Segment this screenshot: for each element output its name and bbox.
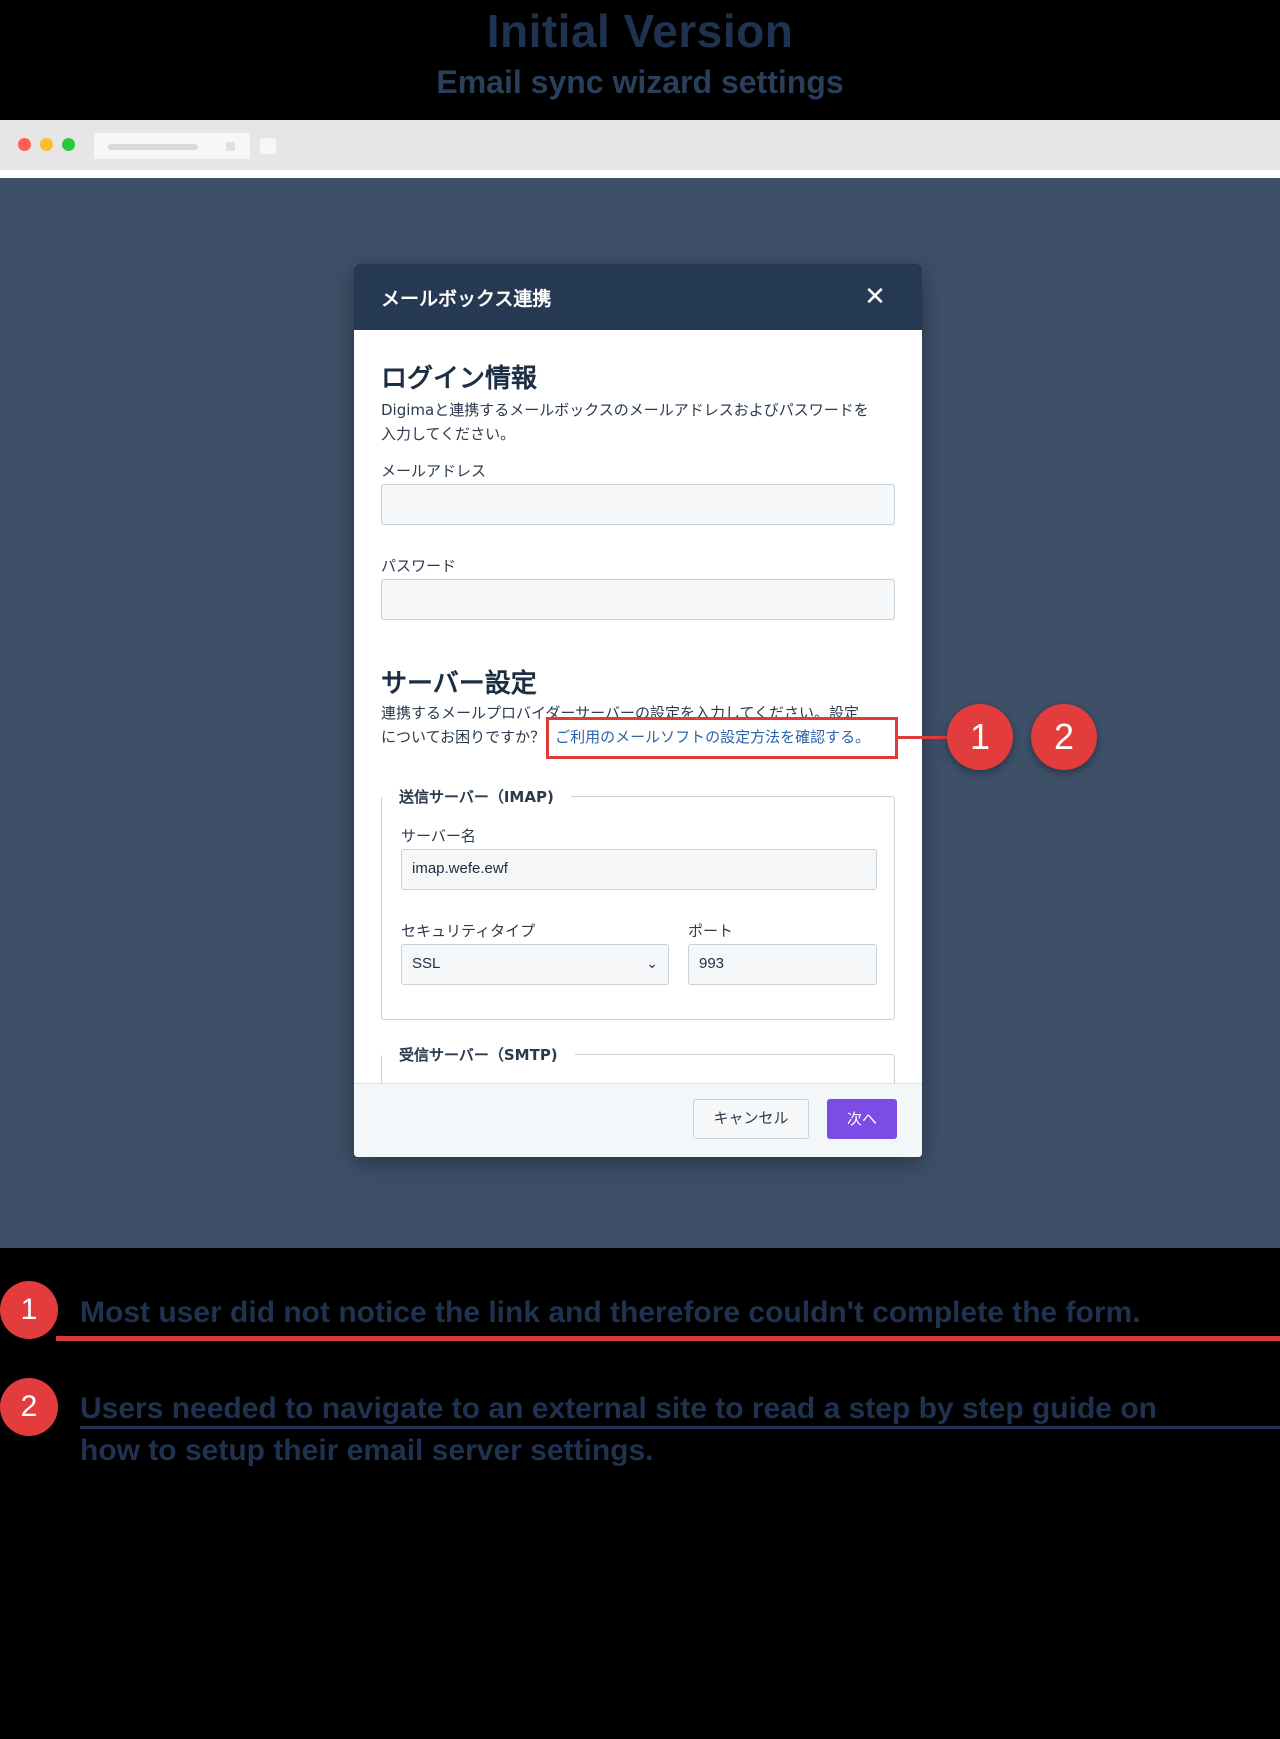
presentation-subtitle: Email sync wizard settings xyxy=(436,64,844,100)
next-button[interactable]: 次へ xyxy=(827,1099,897,1139)
window-maximize-dot[interactable] xyxy=(62,138,75,151)
smtp-legend: 受信サーバー（SMTP) xyxy=(382,1044,575,1065)
note-text-1: Most user did not notice the link and th… xyxy=(80,1296,1141,1329)
password-field[interactable] xyxy=(381,579,895,620)
security-type-label: セキュリティタイプ xyxy=(401,922,536,940)
server-section-heading: サーバー設定 xyxy=(381,669,537,699)
note-text-2-line2: how to setup their email server settings… xyxy=(80,1434,654,1467)
email-field[interactable] xyxy=(381,484,895,525)
browser-toolbar-strip xyxy=(0,170,1280,178)
browser-tab-title-placeholder xyxy=(108,144,198,150)
modal-header: メールボックス連携 ✕ xyxy=(354,264,922,330)
note-text-2-line1: Users needed to navigate to an external … xyxy=(80,1392,1157,1425)
close-icon[interactable]: ✕ xyxy=(860,282,890,312)
port-input[interactable]: 993 xyxy=(688,944,877,985)
note-underline-1 xyxy=(56,1336,1280,1341)
note-badge-2: 2 xyxy=(0,1378,58,1436)
annotation-badge-1: 1 xyxy=(947,704,1013,770)
link-highlight-box xyxy=(546,717,898,759)
new-tab-icon[interactable] xyxy=(260,138,276,154)
note-text-2: Users needed to navigate to an external … xyxy=(80,1388,1280,1472)
cancel-button[interactable]: キャンセル xyxy=(693,1099,809,1139)
window-minimize-dot[interactable] xyxy=(40,138,53,151)
presentation-title: Initial Version xyxy=(486,5,794,57)
security-type-select[interactable]: SSL ⌄ xyxy=(401,944,669,985)
highlight-connector-line xyxy=(898,736,948,739)
login-section-heading: ログイン情報 xyxy=(381,364,538,394)
window-close-dot[interactable] xyxy=(18,138,31,151)
password-label: パスワード xyxy=(381,557,457,575)
mailbox-integration-modal: メールボックス連携 ✕ ログイン情報 Digimaと連携するメールボックスのメー… xyxy=(354,264,922,1157)
login-description-line1: Digimaと連携するメールボックスのメールアドレスおよびパスワードを xyxy=(381,401,869,419)
security-type-value: SSL xyxy=(412,955,441,972)
modal-title: メールボックス連携 xyxy=(381,288,552,310)
imap-legend: 送信サーバー（IMAP) xyxy=(382,786,571,807)
login-description-line2: 入力してください。 xyxy=(381,425,516,443)
annotation-badge-2: 2 xyxy=(1031,704,1097,770)
tab-close-icon[interactable] xyxy=(226,142,235,151)
server-name-label: サーバー名 xyxy=(401,827,476,845)
port-label: ポート xyxy=(688,922,734,940)
note-badge-1: 1 xyxy=(0,1281,58,1339)
modal-footer: キャンセル 次へ xyxy=(354,1083,922,1157)
login-description: Digimaと連携するメールボックスのメールアドレスおよびパスワードを 入力して… xyxy=(381,398,901,446)
server-description-line2: についてお困りですか？ xyxy=(381,728,546,746)
email-label: メールアドレス xyxy=(381,462,487,480)
server-name-input[interactable]: imap.wefe.ewf xyxy=(401,849,877,890)
chevron-down-icon: ⌄ xyxy=(646,955,658,971)
